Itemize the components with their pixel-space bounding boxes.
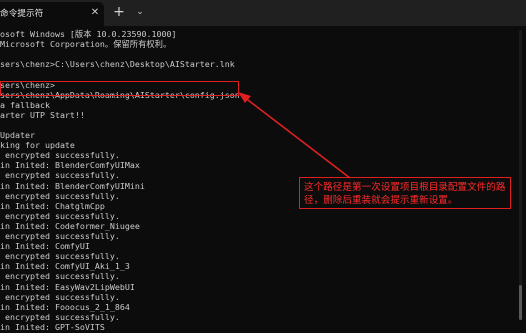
annotation-callout: 这个路径是第一次设置项目根目录配置文件的路径，删除后重装就会提示重新设置。 <box>299 177 511 209</box>
scrollbar-thumb[interactable] <box>519 285 522 320</box>
scrollbar[interactable] <box>519 30 522 320</box>
arrow-shaft <box>243 96 351 179</box>
annotation-arrow <box>238 92 351 179</box>
